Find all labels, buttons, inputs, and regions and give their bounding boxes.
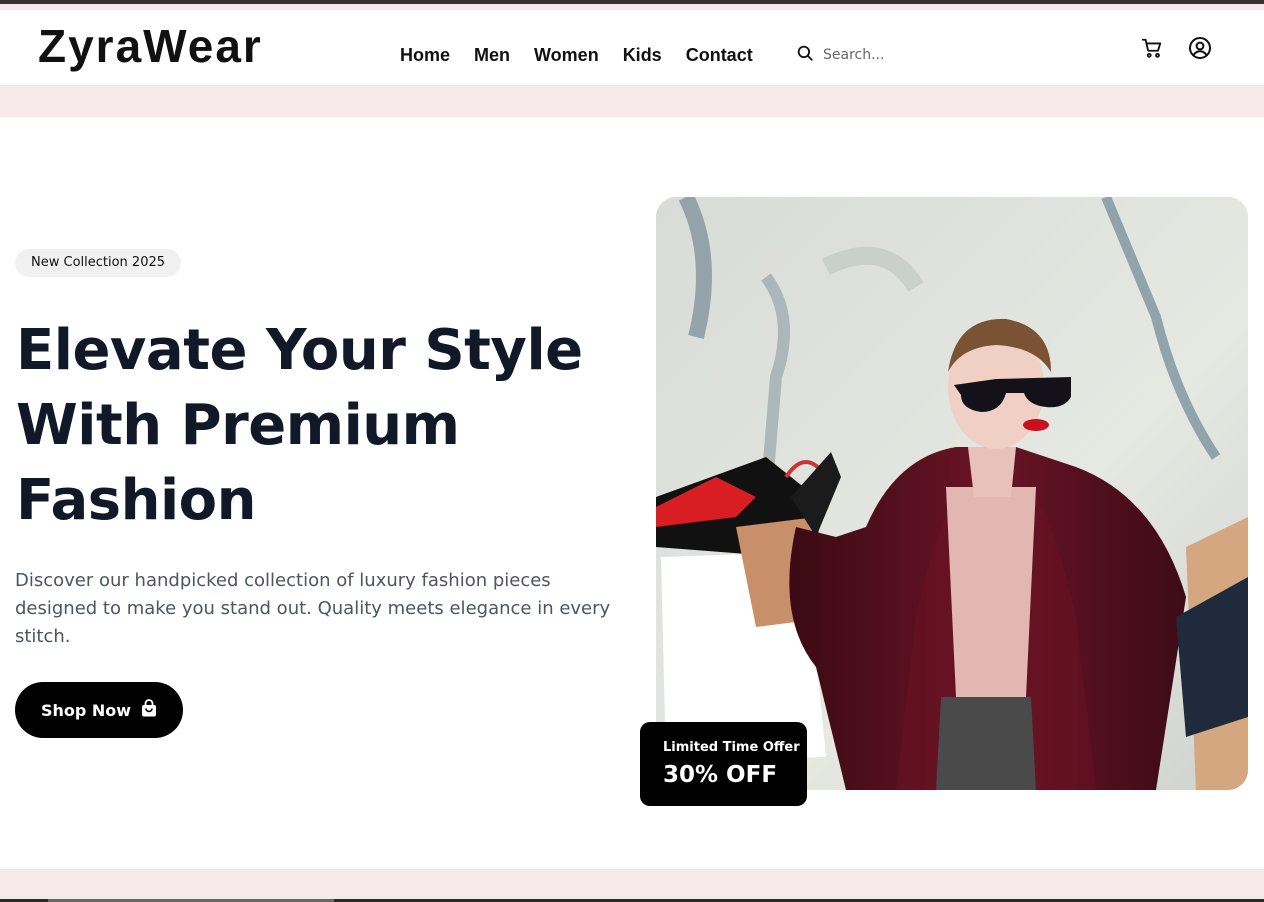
nav-home[interactable]: Home (400, 43, 450, 67)
nav-women[interactable]: Women (534, 43, 599, 67)
nav-contact[interactable]: Contact (686, 43, 753, 67)
search-bar (796, 44, 1023, 66)
hero-description: Discover our handpicked collection of lu… (15, 570, 611, 647)
offer-value: 30% OFF (663, 762, 778, 788)
search-icon[interactable] (796, 44, 814, 66)
limited-offer-card: Limited Time Offer 30% OFF (640, 722, 807, 806)
cart-icon[interactable] (1140, 36, 1164, 60)
offer-label: Limited Time Offer (663, 740, 800, 755)
brand-logo[interactable]: ZyraWear (38, 18, 263, 74)
nav-kids[interactable]: Kids (623, 43, 662, 67)
nav-men[interactable]: Men (474, 43, 510, 67)
footer-accent-band (0, 869, 1264, 899)
user-account-icon[interactable] (1188, 36, 1212, 60)
hero-fashion-photo (656, 197, 1248, 790)
site-header: ZyraWear Home Men Women Kids Contact (0, 10, 1264, 85)
shop-now-button[interactable]: Shop Now (15, 682, 183, 738)
shop-now-label: Shop Now (40, 700, 132, 720)
shopping-bag-icon (141, 699, 157, 721)
header-accent-band (0, 85, 1264, 117)
hero-headline: Elevate Your Style With Premium Fashion (16, 318, 583, 533)
collection-badge: New Collection 2025 (15, 249, 182, 277)
main-nav: Home Men Women Kids Contact (400, 43, 753, 67)
search-input[interactable] (823, 47, 1023, 63)
